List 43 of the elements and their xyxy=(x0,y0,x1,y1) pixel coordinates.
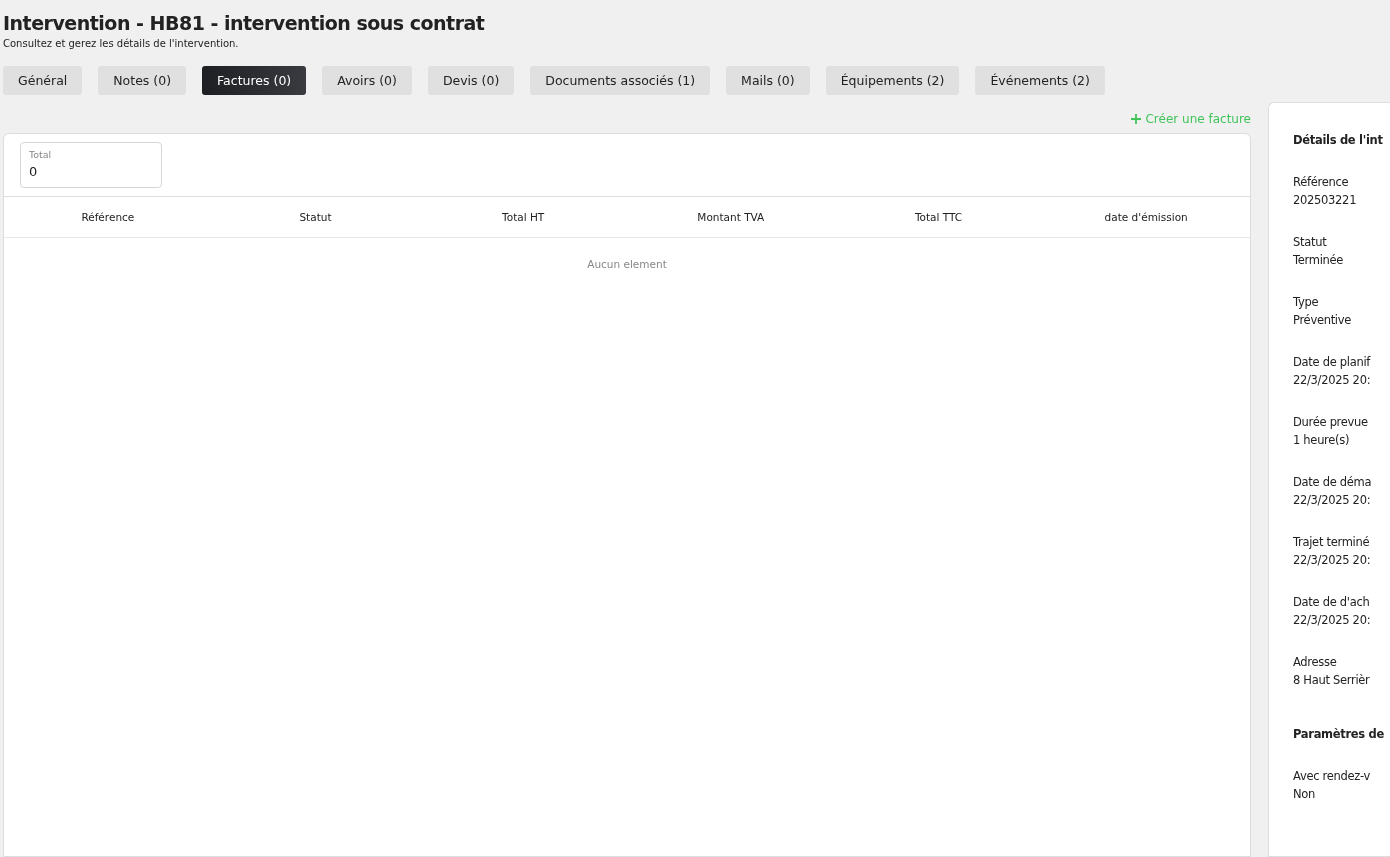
column-header[interactable]: date d'émission xyxy=(1104,211,1188,223)
field-value: 1 heure(s) xyxy=(1293,432,1351,449)
empty-message: Aucun element xyxy=(587,258,667,270)
page-title: Intervention - HB81 - intervention sous contrat xyxy=(3,12,486,34)
column-header[interactable]: Statut xyxy=(299,211,332,223)
tab[interactable]: Factures (0) xyxy=(202,66,307,95)
field-value: Préventive xyxy=(1293,312,1353,329)
field-label: Date de d'ach xyxy=(1293,594,1371,611)
tab[interactable]: Événements (2) xyxy=(975,66,1105,95)
plus-icon xyxy=(1130,113,1143,125)
tab[interactable]: Devis (0) xyxy=(427,66,515,95)
field-value: Terminée xyxy=(1293,252,1345,269)
field-label: Date de planif xyxy=(1293,354,1372,371)
field-value: 8 Haut Serrièr xyxy=(1293,672,1371,689)
column-header[interactable]: Total TTC xyxy=(914,211,963,223)
field-label: Référence xyxy=(1293,174,1350,191)
column-header[interactable]: Référence xyxy=(81,211,135,223)
tab[interactable]: Mails (0) xyxy=(726,66,810,95)
field-value: Non xyxy=(1293,786,1317,803)
tab[interactable]: Équipements (2) xyxy=(825,66,960,95)
page-subtitle: Consultez et gerez les détails de l'intervention. xyxy=(3,38,240,49)
field-label: Trajet terminé xyxy=(1293,534,1371,551)
field-value: 22/3/2025 20: xyxy=(1293,552,1372,569)
total-label: Total xyxy=(29,149,53,160)
field-value: 22/3/2025 20: xyxy=(1293,492,1372,509)
tab[interactable]: Notes (0) xyxy=(98,66,187,95)
field-value: 22/3/2025 20: xyxy=(1293,612,1372,629)
tab[interactable]: Documents associés (1) xyxy=(530,66,711,95)
field-label: Avec rendez-v xyxy=(1293,768,1372,785)
tab[interactable]: Général xyxy=(3,66,83,95)
field-label: Type xyxy=(1293,294,1320,311)
field-value: 202503221 xyxy=(1293,192,1358,209)
field-label: Statut xyxy=(1293,234,1328,251)
panel-title: Détails de l'int xyxy=(1293,133,1384,147)
tab[interactable]: Avoirs (0) xyxy=(322,66,412,95)
section-title: Paramètres de xyxy=(1293,727,1386,741)
column-header[interactable]: Montant TVA xyxy=(697,211,765,223)
total-value: 0 xyxy=(29,164,39,179)
column-header[interactable]: Total HT xyxy=(502,211,545,223)
field-label: Date de déma xyxy=(1293,474,1373,491)
field-label: Durée prevue xyxy=(1293,414,1369,431)
field-label: Adresse xyxy=(1293,654,1338,671)
field-value: 22/3/2025 20: xyxy=(1293,372,1372,389)
